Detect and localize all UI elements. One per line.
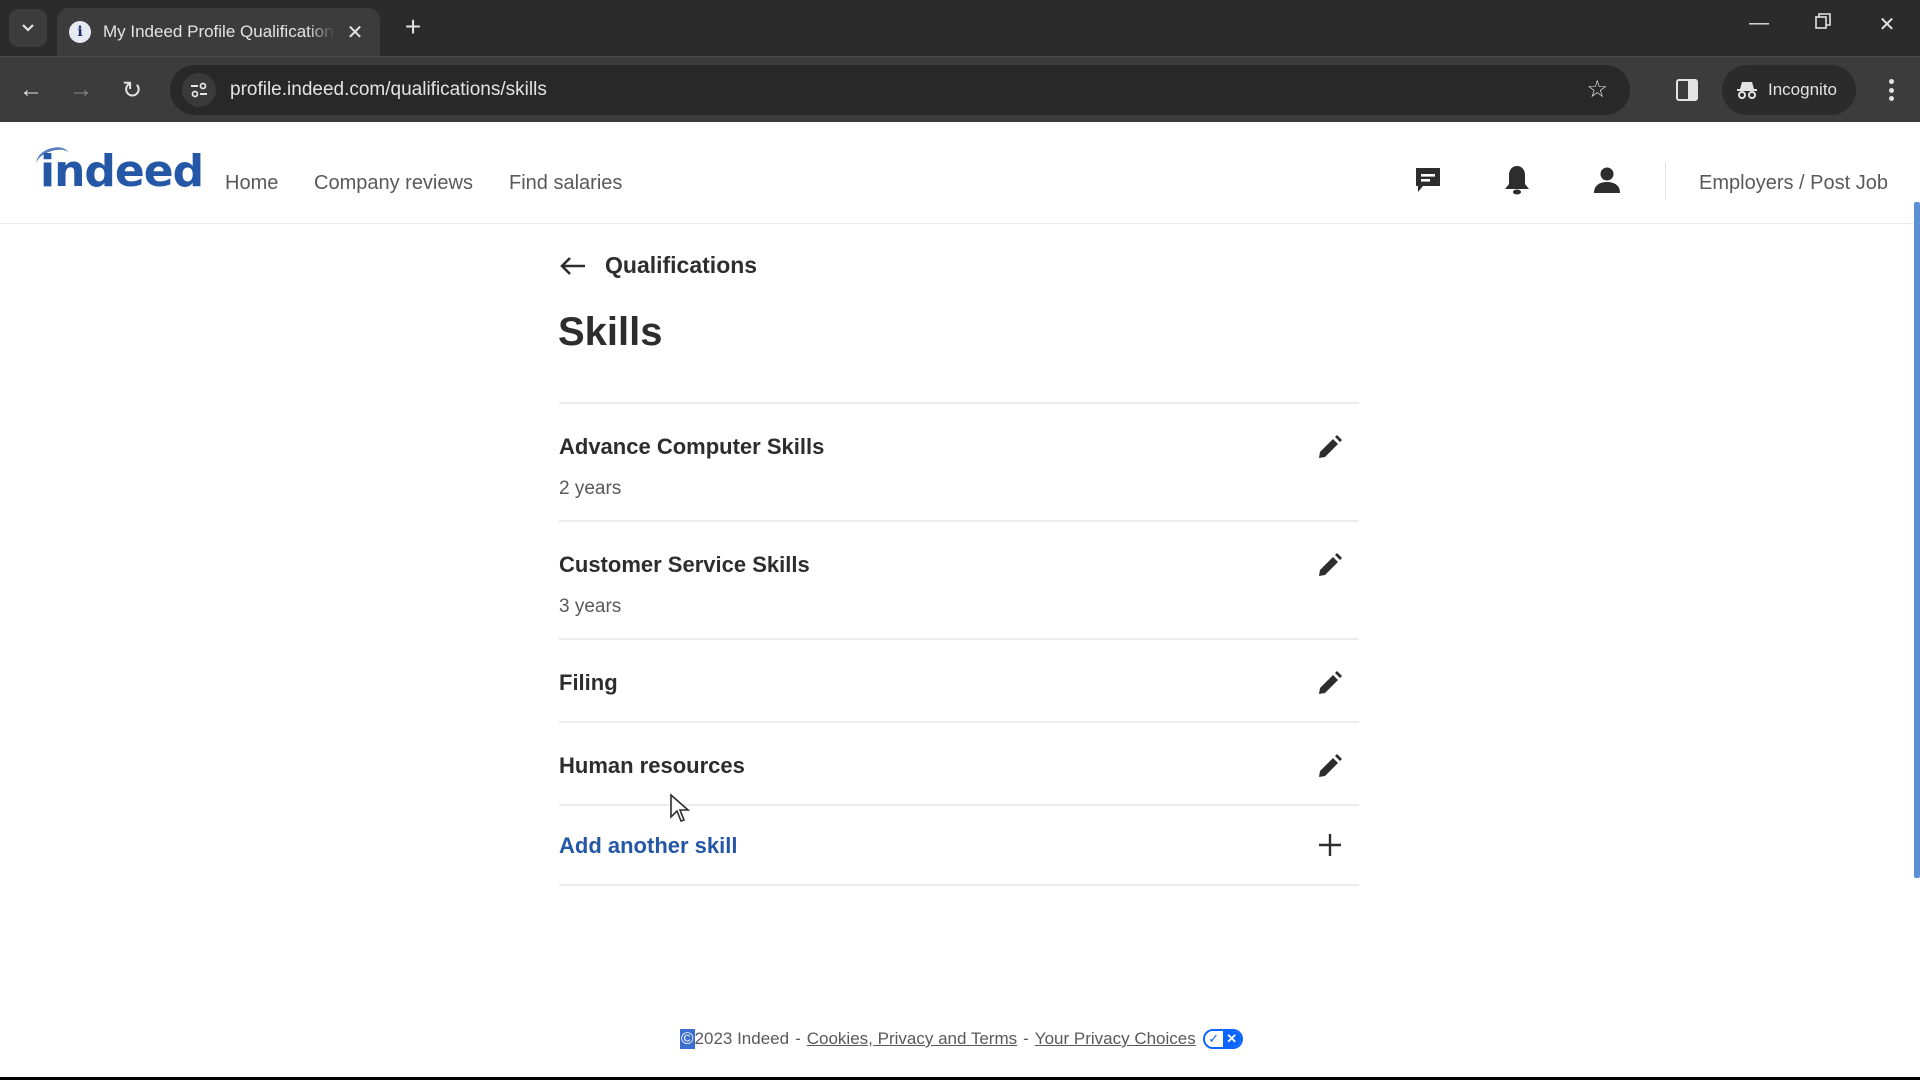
- edit-skill-button[interactable]: [1313, 432, 1345, 464]
- reload-icon[interactable]: ↻: [115, 73, 149, 107]
- pencil-icon: [1319, 435, 1342, 458]
- pencil-icon: [1319, 671, 1342, 694]
- privacy-choices-link[interactable]: Your Privacy Choices: [1035, 1029, 1196, 1049]
- forward-arrow-icon[interactable]: →: [64, 73, 98, 107]
- employers-post-job-link[interactable]: Employers / Post Job: [1699, 172, 1888, 195]
- browser-menu-icon[interactable]: [1876, 75, 1906, 105]
- new-tab-button[interactable]: +: [398, 13, 428, 43]
- notifications-bell-icon[interactable]: [1499, 162, 1535, 198]
- tab-close-icon[interactable]: ✕: [345, 20, 365, 45]
- browser-tabstrip: i My Indeed Profile Qualifications ✕ + —…: [0, 0, 1920, 56]
- skill-row: Advance Computer Skills 2 years: [559, 404, 1359, 522]
- cookies-privacy-terms-link[interactable]: Cookies, Privacy and Terms: [807, 1029, 1017, 1049]
- pencil-icon: [1319, 754, 1342, 777]
- tab-title: My Indeed Profile Qualifications: [103, 22, 335, 41]
- restore-icon[interactable]: [1803, 12, 1843, 35]
- edit-skill-button[interactable]: [1313, 550, 1345, 582]
- x-icon: ✕: [1222, 1031, 1241, 1047]
- skill-row: Filing: [559, 640, 1359, 723]
- skill-years: 3 years: [559, 596, 622, 617]
- minimize-icon[interactable]: —: [1739, 12, 1779, 35]
- incognito-badge[interactable]: Incognito: [1722, 65, 1856, 115]
- profile-person-icon[interactable]: [1589, 162, 1625, 198]
- check-icon: ✓: [1204, 1031, 1223, 1047]
- skill-name: Human resources: [559, 753, 745, 778]
- incognito-icon: [1737, 82, 1757, 99]
- copyright-symbol: ©: [680, 1029, 695, 1049]
- tab-search-button[interactable]: [9, 9, 47, 47]
- plus-icon: [1319, 834, 1341, 856]
- messages-icon[interactable]: [1410, 162, 1446, 198]
- add-skill-button[interactable]: [1315, 830, 1345, 860]
- bookmark-star-icon[interactable]: ☆: [1586, 75, 1608, 104]
- footer: © 2023 Indeed - Cookies, Privacy and Ter…: [680, 1029, 1243, 1049]
- skill-years: 2 years: [559, 478, 622, 499]
- page-scrollbar[interactable]: [1914, 202, 1920, 878]
- indeed-logo[interactable]: indeed: [40, 146, 204, 197]
- privacy-choices-toggle-icon[interactable]: ✓ ✕: [1202, 1029, 1243, 1049]
- edit-skill-button[interactable]: [1313, 751, 1345, 783]
- skill-name: Filing: [559, 670, 618, 695]
- footer-separator: -: [795, 1029, 801, 1048]
- back-arrow-icon[interactable]: ←: [14, 73, 48, 107]
- chevron-down-icon: [22, 24, 34, 32]
- copyright-text: 2023 Indeed: [694, 1029, 790, 1048]
- browser-tab[interactable]: i My Indeed Profile Qualifications ✕: [57, 8, 380, 56]
- site-info-icon[interactable]: [182, 73, 216, 107]
- page-title: Skills: [558, 310, 663, 354]
- site-header: indeed Home Company reviews Find salarie…: [0, 122, 1920, 224]
- pencil-icon: [1319, 553, 1342, 576]
- nav-home[interactable]: Home: [225, 172, 278, 195]
- incognito-label: Incognito: [1768, 80, 1837, 99]
- edit-skill-button[interactable]: [1313, 668, 1345, 700]
- mouse-cursor-icon: [670, 793, 691, 822]
- back-to-qualifications-link[interactable]: Qualifications: [559, 252, 757, 279]
- header-divider: [1665, 162, 1666, 200]
- nav-find-salaries[interactable]: Find salaries: [509, 172, 622, 195]
- url-text[interactable]: profile.indeed.com/qualifications/skills: [230, 79, 547, 101]
- window-close-icon[interactable]: ✕: [1867, 12, 1907, 37]
- skill-name: Advance Computer Skills: [559, 434, 825, 459]
- nav-company-reviews[interactable]: Company reviews: [314, 172, 473, 195]
- skill-name: Customer Service Skills: [559, 552, 810, 577]
- skill-row: Customer Service Skills 3 years: [559, 522, 1359, 640]
- address-bar[interactable]: profile.indeed.com/qualifications/skills…: [170, 65, 1630, 115]
- back-label: Qualifications: [605, 252, 758, 278]
- footer-separator: -: [1023, 1029, 1029, 1048]
- side-panel-icon[interactable]: [1676, 79, 1698, 101]
- add-another-skill-link[interactable]: Add another skill: [559, 833, 737, 859]
- back-arrow-icon: [560, 256, 585, 275]
- browser-toolbar: ← → ↻ profile.indeed.com/qualifications/…: [0, 56, 1920, 122]
- indeed-favicon-icon: i: [69, 21, 91, 43]
